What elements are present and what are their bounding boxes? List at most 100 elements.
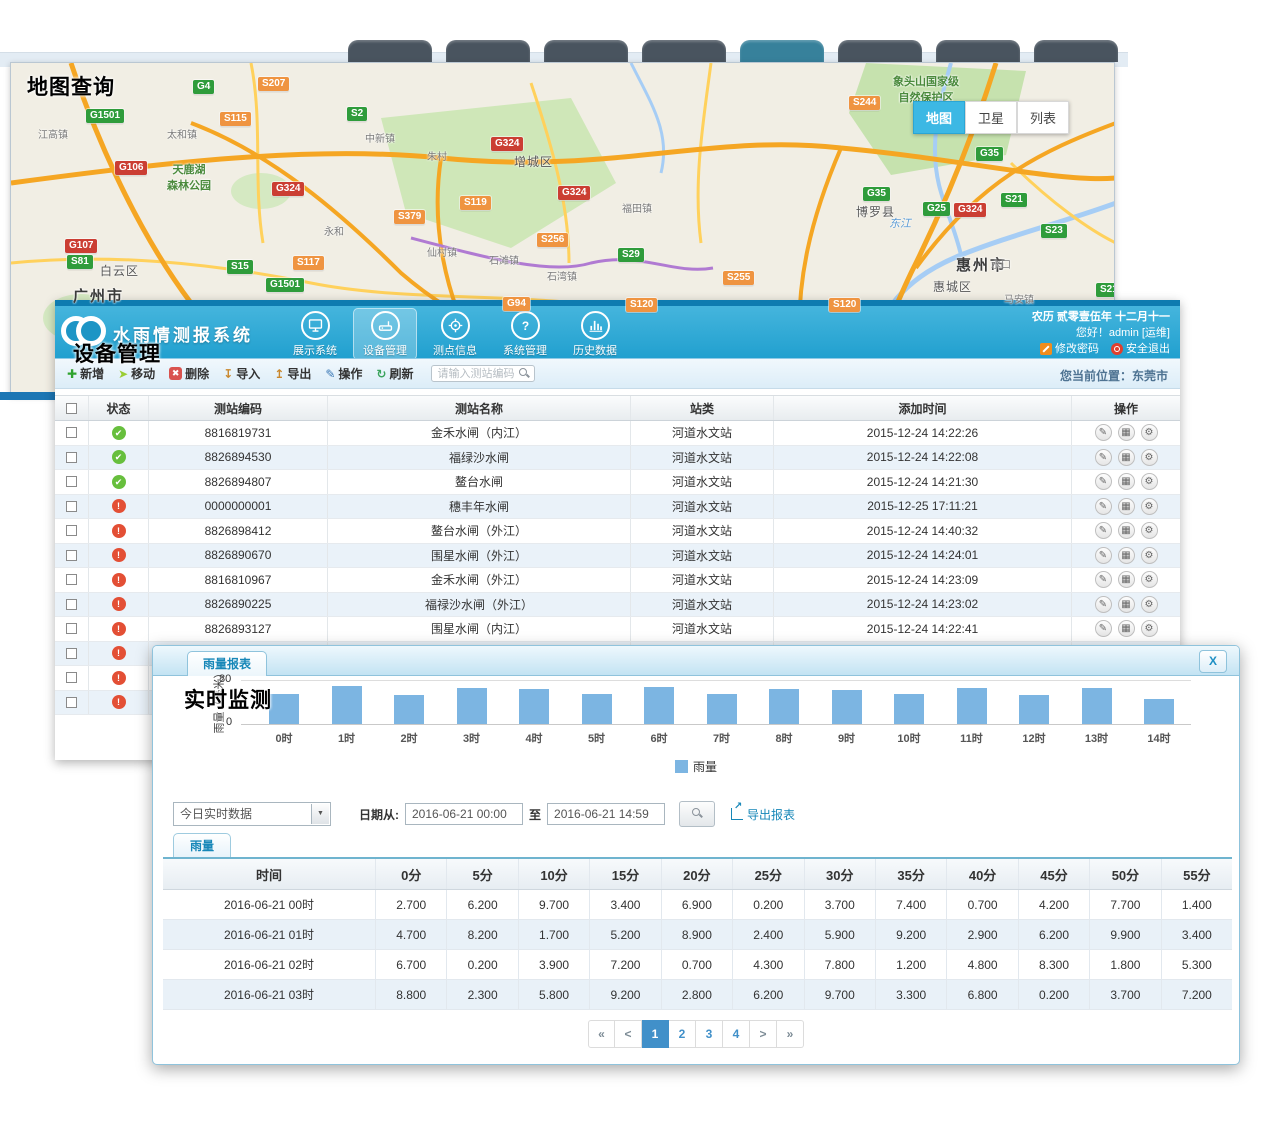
toolbar-button-导入[interactable]: ↧导入 [223,365,260,382]
logout-label: 安全退出 [1126,341,1170,357]
toolbar-button-导出[interactable]: ↥导出 [274,365,311,382]
schedule-button[interactable]: ▦ [1118,522,1135,539]
schedule-button[interactable]: ▦ [1118,620,1135,637]
schedule-button[interactable]: ▦ [1118,473,1135,490]
rain-value-cell: 4.800 [947,950,1018,979]
edit-button[interactable]: ✎ [1095,547,1112,564]
row-checkbox[interactable] [66,623,77,634]
status-error-icon: ! [112,622,126,636]
schedule-button[interactable]: ▦ [1118,424,1135,441]
settings-button[interactable]: ⚙ [1141,522,1158,539]
nav-item-历史数据[interactable]: 历史数据 [563,308,627,360]
row-checkbox[interactable] [66,697,77,708]
edit-button[interactable]: ✎ [1095,449,1112,466]
user-greeting: 您好！admin [运维] [1032,325,1170,341]
edit-button[interactable]: ✎ [1095,473,1112,490]
subtab-rain[interactable]: 雨量 [173,833,231,857]
add-icon: ✚ [67,368,77,380]
nav-item-展示系统[interactable]: 展示系统 [283,308,347,360]
road-badge: S81 [67,255,93,269]
edit-button[interactable]: ✎ [1095,620,1112,637]
rain-value-cell: 8.200 [447,920,518,949]
logout-link[interactable]: 安全退出 [1111,341,1170,357]
edit-button[interactable]: ✎ [1095,522,1112,539]
road-badge: S15 [227,260,253,274]
settings-button[interactable]: ⚙ [1141,620,1158,637]
edit-button[interactable]: ✎ [1095,498,1112,515]
map-view-button-卫星[interactable]: 卫星 [965,101,1017,134]
edit-button[interactable]: ✎ [1095,424,1112,441]
road-badge: S255 [723,271,754,285]
date-from-input[interactable] [405,803,523,825]
status-cell: ✔ [89,446,149,470]
row-checkbox[interactable] [66,525,77,536]
nav-item-设备管理[interactable]: 设备管理 [353,308,417,360]
edit-button[interactable]: ✎ [1095,571,1112,588]
settings-button[interactable]: ⚙ [1141,424,1158,441]
rain-value-cell: 2.700 [376,890,447,919]
settings-button[interactable]: ⚙ [1141,449,1158,466]
toolbar-button-删除[interactable]: ✖删除 [169,365,209,382]
query-button[interactable] [679,801,715,827]
x-tick-label: 8时 [753,730,815,746]
page-arrow-button[interactable]: < [615,1020,642,1048]
row-checkbox[interactable] [66,476,77,487]
row-checkbox[interactable] [66,452,77,463]
toolbar-button-label: 操作 [338,365,362,382]
settings-button[interactable]: ⚙ [1141,473,1158,490]
station-code-cell: 8826890225 [149,593,328,617]
settings-button[interactable]: ⚙ [1141,596,1158,613]
settings-button[interactable]: ⚙ [1141,498,1158,515]
date-to-input[interactable] [547,803,665,825]
history-icon [581,311,610,340]
schedule-button[interactable]: ▦ [1118,571,1135,588]
export-report-link[interactable]: 导出报表 [731,806,795,823]
settings-button[interactable]: ⚙ [1141,571,1158,588]
row-checkbox[interactable] [66,550,77,561]
minute-column-header: 20分 [662,859,733,889]
select-all-checkbox[interactable] [66,403,77,414]
operation-buttons: ✎ ▦ ⚙ [1095,620,1158,637]
schedule-button[interactable]: ▦ [1118,596,1135,613]
toolbar-button-操作[interactable]: ✎操作 [325,365,362,382]
nav-item-测点信息[interactable]: 测点信息 [423,308,487,360]
map-view-button-地图[interactable]: 地图 [913,101,965,134]
legend-swatch [675,760,688,773]
schedule-button[interactable]: ▦ [1118,449,1135,466]
search-icon[interactable] [519,368,530,379]
rain-value-cell: 9.200 [876,920,947,949]
page-button[interactable]: 1 [642,1020,669,1048]
row-checkbox[interactable] [66,501,77,512]
row-checkbox[interactable] [66,599,77,610]
rain-value-cell: 8.300 [1019,950,1090,979]
change-password-link[interactable]: 修改密码 [1040,341,1099,357]
dataset-select[interactable]: 今日实时数据 ▼ [173,802,331,826]
page-button[interactable]: 4 [723,1020,750,1048]
schedule-button[interactable]: ▦ [1118,547,1135,564]
page-arrow-button[interactable]: » [777,1020,804,1048]
status-cell: ! [89,642,149,666]
place-label: 福田镇 [622,200,652,215]
status-ok-icon: ✔ [112,426,126,440]
schedule-button[interactable]: ▦ [1118,498,1135,515]
place-label: 东江 [889,215,911,231]
settings-button[interactable]: ⚙ [1141,547,1158,564]
edit-button[interactable]: ✎ [1095,596,1112,613]
rain-value-cell: 7.400 [876,890,947,919]
row-checkbox[interactable] [66,672,77,683]
rain-value-cell: 9.700 [805,980,876,1009]
row-checkbox[interactable] [66,648,77,659]
toolbar-button-刷新[interactable]: ↻刷新 [376,365,413,382]
close-button[interactable]: X [1199,650,1227,673]
station-code-cell: 8826898412 [149,519,328,543]
row-checkbox[interactable] [66,427,77,438]
road-badge: G1501 [86,109,124,123]
nav-item-系统管理[interactable]: ?系统管理 [493,308,557,360]
page-arrow-button[interactable]: > [750,1020,777,1048]
map-view-button-列表[interactable]: 列表 [1017,101,1069,134]
row-checkbox[interactable] [66,574,77,585]
page-button[interactable]: 2 [669,1020,696,1048]
page-arrow-button[interactable]: « [588,1020,615,1048]
status-cell: ! [89,544,149,568]
page-button[interactable]: 3 [696,1020,723,1048]
